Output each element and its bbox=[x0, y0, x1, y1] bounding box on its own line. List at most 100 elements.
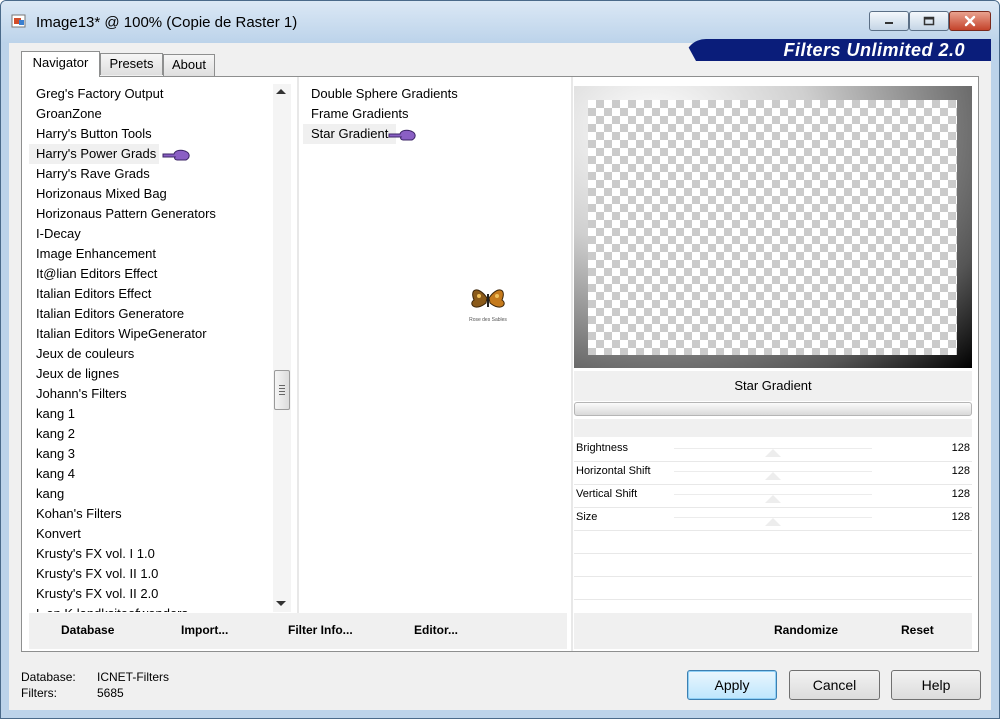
apply-button[interactable]: Apply bbox=[687, 670, 777, 700]
category-item[interactable]: GroanZone bbox=[29, 104, 275, 124]
watermark-logo: Rose des Sables bbox=[465, 284, 511, 323]
empty-slider-row bbox=[574, 554, 972, 577]
category-label: Krusty's FX vol. II 2.0 bbox=[36, 586, 159, 601]
category-item[interactable]: kang 1 bbox=[29, 404, 275, 424]
category-item[interactable]: Harry's Power Grads bbox=[29, 144, 190, 164]
column-divider bbox=[297, 77, 299, 613]
slider-header-band bbox=[574, 419, 972, 437]
slider-row[interactable]: Horizontal Shift 128 bbox=[574, 462, 972, 485]
brand-title: Filters Unlimited 2.0 bbox=[783, 40, 965, 60]
filter-label: Frame Gradients bbox=[311, 106, 409, 121]
database-label: Database: bbox=[21, 670, 76, 684]
pointing-hand-icon bbox=[388, 129, 416, 141]
category-item[interactable]: Jeux de lignes bbox=[29, 364, 275, 384]
tab-navigator[interactable]: Navigator bbox=[21, 51, 100, 77]
slider-value: 128 bbox=[951, 511, 970, 523]
slider-value: 128 bbox=[951, 488, 970, 500]
maximize-icon bbox=[923, 16, 935, 26]
category-item[interactable]: kang bbox=[29, 484, 275, 504]
slider-thumb[interactable] bbox=[765, 518, 782, 526]
category-list[interactable]: Greg's Factory Output GroanZone Harry's Bu… bbox=[29, 84, 275, 612]
tab-about[interactable]: About bbox=[163, 54, 215, 76]
grip-line bbox=[279, 388, 285, 389]
category-item[interactable]: Krusty's FX vol. II 2.0 bbox=[29, 584, 275, 604]
category-item[interactable]: Harry's Button Tools bbox=[29, 124, 275, 144]
filters-label: Filters: bbox=[21, 686, 57, 700]
close-button[interactable] bbox=[949, 11, 991, 31]
category-label: Harry's Rave Grads bbox=[36, 166, 150, 181]
category-item[interactable]: Kohan's Filters bbox=[29, 504, 275, 524]
grip-line bbox=[279, 391, 285, 392]
help-button[interactable]: Help bbox=[891, 670, 981, 700]
category-item[interactable]: Horizonaus Pattern Generators bbox=[29, 204, 275, 224]
filter-item[interactable]: Frame Gradients bbox=[303, 104, 568, 124]
category-item[interactable]: Italian Editors Effect bbox=[29, 284, 275, 304]
filter-list[interactable]: Double Sphere Gradients Frame Gradients St… bbox=[303, 84, 568, 612]
category-item[interactable]: Harry's Rave Grads bbox=[29, 164, 275, 184]
category-item[interactable]: Konvert bbox=[29, 524, 275, 544]
database-button[interactable]: Database bbox=[61, 623, 114, 637]
filter-item[interactable]: Star Gradient bbox=[303, 124, 416, 144]
slider-row[interactable]: Brightness 128 bbox=[574, 439, 972, 462]
category-item[interactable]: Image Enhancement bbox=[29, 244, 275, 264]
scroll-up-arrow-icon[interactable] bbox=[276, 89, 286, 94]
category-item[interactable]: Italian Editors Generatore bbox=[29, 304, 275, 324]
filter-label: Star Gradient bbox=[311, 126, 389, 141]
title-bar[interactable]: Image13* @ 100% (Copie de Raster 1) bbox=[1, 1, 999, 43]
category-label: Jeux de lignes bbox=[36, 366, 120, 381]
category-item[interactable]: Krusty's FX vol. I 1.0 bbox=[29, 544, 275, 564]
slider-label: Brightness bbox=[576, 442, 628, 454]
editor-button[interactable]: Editor... bbox=[414, 623, 458, 637]
category-item[interactable]: kang 2 bbox=[29, 424, 275, 444]
scroll-down-arrow-icon[interactable] bbox=[276, 601, 286, 606]
app-icon bbox=[11, 13, 27, 29]
database-status: Database: ICNET-Filters Filters: 5685 bbox=[21, 669, 169, 701]
filter-item[interactable]: Double Sphere Gradients bbox=[303, 84, 568, 104]
randomize-button[interactable]: Randomize bbox=[774, 623, 838, 637]
filter-info-button[interactable]: Filter Info... bbox=[288, 623, 353, 637]
category-item[interactable]: kang 3 bbox=[29, 444, 275, 464]
close-icon bbox=[964, 15, 976, 27]
category-label: Jeux de couleurs bbox=[36, 346, 135, 361]
navigator-panel: Greg's Factory Output GroanZone Harry's Bu… bbox=[21, 76, 979, 652]
minimize-button[interactable] bbox=[869, 11, 909, 31]
category-item[interactable]: Johann's Filters bbox=[29, 384, 275, 404]
reset-button[interactable]: Reset bbox=[901, 623, 934, 637]
category-label: Krusty's FX vol. II 1.0 bbox=[36, 566, 159, 581]
butterfly-icon bbox=[471, 289, 505, 308]
slider-value: 128 bbox=[951, 465, 970, 477]
category-item[interactable]: kang 4 bbox=[29, 464, 275, 484]
slider-row[interactable]: Vertical Shift 128 bbox=[574, 485, 972, 508]
category-item[interactable]: Italian Editors WipeGenerator bbox=[29, 324, 275, 344]
category-label: Kohan's Filters bbox=[36, 506, 122, 521]
category-item[interactable]: L en K landksiteofwonders bbox=[29, 604, 275, 612]
tab-presets[interactable]: Presets bbox=[100, 53, 163, 75]
category-item[interactable]: It@lian Editors Effect bbox=[29, 264, 275, 284]
scrollbar-thumb[interactable] bbox=[274, 370, 290, 410]
category-scrollbar[interactable] bbox=[273, 84, 291, 612]
selected-filter-name: Star Gradient bbox=[574, 371, 972, 401]
category-item[interactable]: Greg's Factory Output bbox=[29, 84, 275, 104]
import-button[interactable]: Import... bbox=[181, 623, 228, 637]
category-item[interactable]: Jeux de couleurs bbox=[29, 344, 275, 364]
category-label: kang 1 bbox=[36, 406, 76, 421]
slider-row[interactable]: Size 128 bbox=[574, 508, 972, 531]
slider-thumb[interactable] bbox=[765, 472, 782, 480]
tab-label: Navigator bbox=[32, 55, 89, 70]
grip-line bbox=[279, 394, 285, 395]
category-item[interactable]: Krusty's FX vol. II 1.0 bbox=[29, 564, 275, 584]
slider-thumb[interactable] bbox=[765, 495, 782, 503]
filter-label: Double Sphere Gradients bbox=[311, 86, 458, 101]
database-toolbar: Database Import... Filter Info... Editor… bbox=[29, 613, 567, 649]
slider-thumb[interactable] bbox=[765, 449, 782, 457]
minimize-icon bbox=[885, 22, 893, 24]
cancel-button[interactable]: Cancel bbox=[789, 670, 880, 700]
column-divider bbox=[571, 77, 573, 651]
transparency-checkerboard bbox=[588, 100, 957, 355]
empty-slider-row bbox=[574, 577, 972, 600]
maximize-button[interactable] bbox=[909, 11, 949, 31]
pointing-hand-icon bbox=[162, 149, 190, 161]
category-label: Horizonaus Mixed Bag bbox=[36, 186, 167, 201]
category-item[interactable]: Horizonaus Mixed Bag bbox=[29, 184, 275, 204]
category-item[interactable]: I-Decay bbox=[29, 224, 275, 244]
